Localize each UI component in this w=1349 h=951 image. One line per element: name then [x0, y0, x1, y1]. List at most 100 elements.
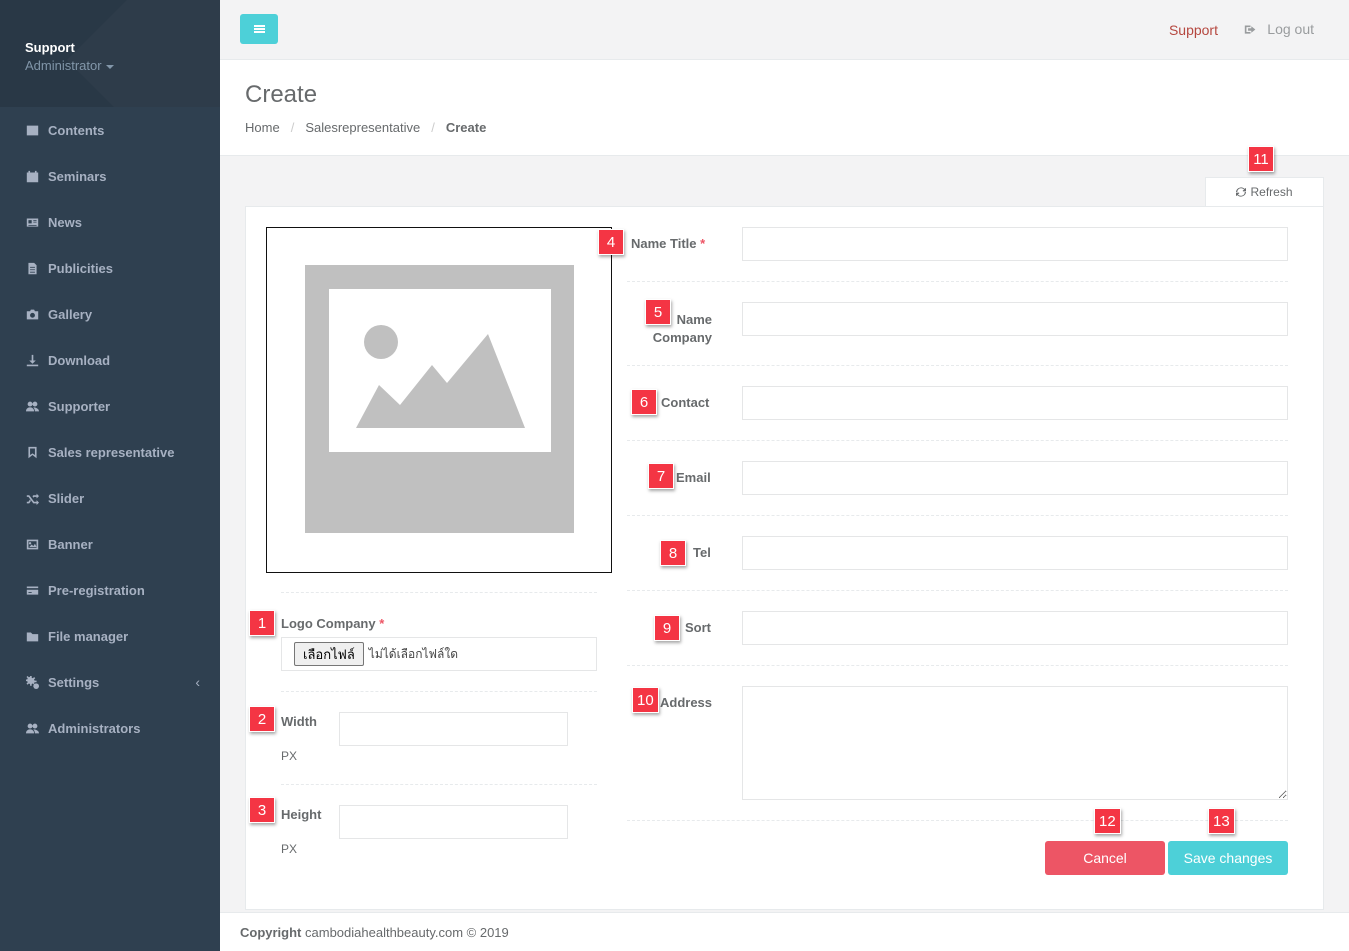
callout-marker: 8	[660, 540, 686, 566]
callout-marker: 6	[631, 389, 657, 415]
footer-text: cambodiahealthbeauty.com © 2019	[305, 925, 509, 940]
divider	[627, 281, 1288, 282]
footer-copyright-label: Copyright	[240, 925, 302, 940]
callout-marker: 1	[249, 610, 275, 636]
menu-toggle-button[interactable]	[240, 14, 278, 44]
logout-link[interactable]: Log out	[1244, 21, 1314, 37]
download-icon	[25, 353, 39, 367]
image-icon	[25, 537, 39, 551]
file-icon	[25, 261, 39, 275]
sidebar-item-label: Gallery	[48, 306, 93, 322]
sidebar-item-pre-registration[interactable]: Pre-registration	[0, 567, 220, 613]
cancel-button[interactable]: Cancel	[1045, 841, 1165, 875]
profile-role-dropdown[interactable]: Administrator	[25, 58, 220, 73]
profile-role: Administrator	[25, 58, 102, 73]
sidebar-item-news[interactable]: News	[0, 199, 220, 245]
divider	[627, 515, 1288, 516]
sort-label: Sort	[685, 620, 711, 635]
chevron-left-icon: ‹	[195, 674, 200, 690]
divider	[281, 784, 597, 785]
sign-out-icon	[1245, 24, 1256, 34]
callout-marker: 2	[249, 706, 275, 732]
name-title-label-text: Name Title	[631, 236, 697, 251]
divider	[281, 691, 597, 692]
sidebar: Support Administrator Contents Seminars Ne…	[0, 0, 220, 951]
callout-marker: 13	[1208, 808, 1235, 834]
footer: Copyright cambodiahealthbeauty.com © 201…	[220, 912, 1349, 951]
width-unit: PX	[281, 749, 298, 763]
sidebar-item-publicities[interactable]: Publicities	[0, 245, 220, 291]
sidebar-item-label: Publicities	[48, 260, 114, 276]
users-icon	[25, 399, 39, 413]
contact-input[interactable]	[742, 386, 1288, 420]
sidebar-item-gallery[interactable]: Gallery	[0, 291, 220, 337]
sidebar-item-settings[interactable]: Settings ‹	[0, 659, 220, 705]
email-label: Email	[676, 470, 711, 485]
sidebar-item-download[interactable]: Download	[0, 337, 220, 383]
sidebar-item-supporter[interactable]: Supporter	[0, 383, 220, 429]
divider	[627, 820, 1288, 821]
email-input[interactable]	[742, 461, 1288, 495]
name-title-label: Name Title *	[631, 236, 705, 251]
callout-marker: 9	[654, 615, 680, 641]
breadcrumb-separator: /	[431, 120, 435, 135]
list-alt-icon	[25, 123, 39, 137]
height-input[interactable]	[339, 805, 568, 839]
sidebar-nav: Contents Seminars News Publicities Gallery Do…	[0, 107, 220, 751]
breadcrumb: Home / Salesrepresentative / Create	[245, 120, 1349, 135]
sidebar-item-file-manager[interactable]: File manager	[0, 613, 220, 659]
sidebar-item-label: File manager	[48, 628, 129, 644]
required-mark: *	[379, 616, 385, 631]
tel-input[interactable]	[742, 536, 1288, 570]
folder-icon	[25, 629, 39, 643]
breadcrumb-salesrepresentative[interactable]: Salesrepresentative	[305, 120, 420, 135]
callout-marker: 11	[1248, 146, 1274, 172]
cogs-icon	[25, 675, 39, 689]
sort-input[interactable]	[742, 611, 1288, 645]
support-link[interactable]: Support	[1169, 22, 1218, 38]
breadcrumb-current: Create	[445, 120, 487, 135]
sidebar-item-contents[interactable]: Contents	[0, 107, 220, 153]
sidebar-item-seminars[interactable]: Seminars	[0, 153, 220, 199]
divider	[627, 365, 1288, 366]
callout-marker: 5	[645, 299, 671, 325]
name-company-input[interactable]	[742, 302, 1288, 336]
caret-down-icon	[105, 64, 114, 69]
breadcrumb-separator: /	[290, 120, 295, 135]
address-textarea[interactable]	[742, 686, 1288, 800]
name-title-input[interactable]	[742, 227, 1288, 261]
calendar-icon	[25, 169, 39, 183]
sidebar-item-label: Seminars	[48, 168, 107, 184]
newspaper-icon	[25, 215, 39, 229]
top-bar: Support Log out	[220, 0, 1349, 60]
callout-marker: 3	[249, 797, 275, 823]
breadcrumb-home[interactable]: Home	[245, 120, 280, 135]
save-changes-button[interactable]: Save changes	[1168, 841, 1288, 875]
callout-marker: 12	[1094, 808, 1121, 834]
sidebar-item-label: Administrators	[48, 720, 141, 736]
logo-company-label-text: Logo Company	[281, 616, 376, 631]
sidebar-item-sales-representative[interactable]: Sales representative	[0, 429, 220, 475]
divider	[627, 590, 1288, 591]
refresh-button[interactable]: Refresh	[1205, 177, 1324, 206]
width-label: Width	[281, 714, 317, 729]
contact-label: Contact	[661, 395, 710, 410]
sidebar-item-administrators[interactable]: Administrators	[0, 705, 220, 751]
sidebar-item-label: Download	[48, 352, 111, 368]
users-icon	[25, 721, 39, 735]
sidebar-item-banner[interactable]: Banner	[0, 521, 220, 567]
sidebar-item-slider[interactable]: Slider	[0, 475, 220, 521]
callout-marker: 4	[598, 229, 624, 255]
logo-preview	[266, 227, 612, 573]
callout-marker: 7	[648, 463, 674, 489]
credit-card-icon	[25, 583, 39, 597]
logo-file-input[interactable]: เลือกไฟล์ ไม่ได้เลือกไฟล์ใด	[281, 637, 597, 671]
choose-file-button[interactable]: เลือกไฟล์	[294, 642, 364, 666]
sidebar-item-label: Settings	[48, 674, 100, 690]
divider	[627, 665, 1288, 666]
random-icon	[25, 491, 39, 505]
width-input[interactable]	[339, 712, 568, 746]
page-heading: Create Home / Salesrepresentative / Crea…	[220, 60, 1349, 156]
bookmark-icon	[25, 445, 39, 459]
sidebar-item-label: News	[48, 214, 82, 230]
